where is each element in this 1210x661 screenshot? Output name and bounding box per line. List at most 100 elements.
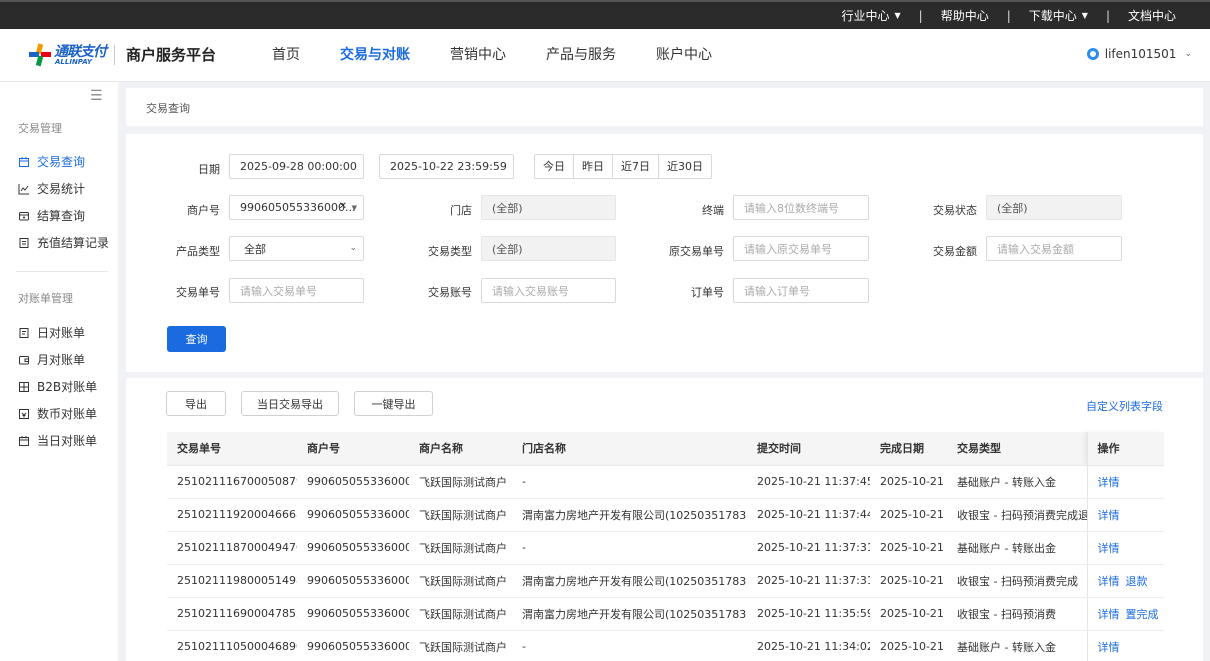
sidebar-section-statements: 对账单管理 — [18, 292, 73, 305]
main-nav: 首页 交易与对账 营销中心 产品与服务 账户中心 — [252, 29, 732, 82]
date-end-input[interactable]: 2025-10-22 23:59:59 — [379, 154, 514, 179]
filter-panel: 日期 2025-09-28 00:00:00 - 2025-10-22 23:5… — [126, 134, 1203, 372]
transaction-type-select[interactable]: (全部) — [481, 236, 616, 261]
date-quick-button[interactable]: 近7日 — [612, 155, 658, 178]
row-action-link[interactable]: 退款 — [1126, 575, 1148, 588]
calendar-icon — [18, 435, 30, 447]
cell-name: 飞跃国际测试商户 — [409, 597, 512, 631]
clear-icon[interactable]: ✕ — [339, 201, 347, 212]
nav-item[interactable]: 首页 — [252, 29, 320, 82]
sidebar-item[interactable]: 结算查询 — [18, 207, 85, 224]
nav-item[interactable]: 交易与对账 — [320, 29, 430, 82]
export-today-button[interactable]: 当日交易导出 — [241, 391, 339, 416]
row-action-link[interactable]: 详情 — [1098, 509, 1120, 522]
row-action-link[interactable]: 详情 — [1098, 476, 1120, 489]
cell-actions: 详情 — [1086, 498, 1164, 532]
sidebar-item-label: 结算查询 — [37, 209, 86, 223]
utility-link[interactable]: 帮助中心 — [941, 7, 989, 24]
coin-icon — [18, 408, 30, 420]
row-action-link[interactable]: 详情 — [1098, 641, 1120, 654]
sidebar-item-label: 当日对账单 — [37, 434, 98, 448]
original-tx-input[interactable]: 请输入原交易单号 — [733, 236, 869, 261]
utility-separator: | — [1105, 8, 1110, 23]
column-header: 提交时间 — [747, 432, 870, 466]
user-menu[interactable]: lifen101501 ⌄ — [1086, 47, 1192, 61]
sidebar-item[interactable]: 日对账单 — [18, 324, 85, 341]
cell-name: 飞跃国际测试商户 — [409, 630, 512, 661]
status-label: 交易状态 — [933, 204, 977, 217]
product-type-select[interactable]: 全部 ⌄ — [229, 236, 364, 261]
status-select[interactable]: (全部) — [986, 195, 1122, 220]
table-row: 251021119200046668 990605055336000 飞跃国际测试商… — [167, 498, 1164, 532]
column-header: 商户名称 — [409, 432, 512, 466]
sidebar-item[interactable]: 交易统计 — [18, 180, 85, 197]
cell-submit: 2025-10-21 11:37:31 — [747, 531, 870, 565]
product-type-label: 产品类型 — [176, 245, 220, 258]
menu-collapse-icon[interactable]: ☰ — [90, 88, 103, 104]
table-row: 251021116700050879 990605055336000 飞跃国际测试商… — [167, 465, 1164, 499]
row-action-link[interactable]: 详情 — [1098, 575, 1120, 588]
sidebar: ☰ 交易管理 交易查询 交易统计 结算查询 充值结算记录 对账单管理 日对账单 月对账单… — [0, 82, 118, 661]
settlement-icon — [18, 210, 30, 222]
sidebar-item[interactable]: 充值结算记录 — [18, 234, 109, 251]
tx-no-label: 交易单号 — [176, 286, 220, 299]
nav-item[interactable]: 产品与服务 — [526, 29, 636, 82]
row-action-link[interactable]: 详情 — [1098, 542, 1120, 555]
utility-link[interactable]: 行业中心 ▼ — [841, 7, 900, 24]
tx-account-input[interactable]: 请输入交易账号 — [481, 278, 616, 303]
amount-label: 交易金额 — [933, 245, 977, 258]
sidebar-item[interactable]: 数币对账单 — [18, 405, 97, 422]
merchant-select[interactable]: 990605055336000... ✕ ▼ — [229, 195, 364, 220]
export-button[interactable]: 导出 — [166, 391, 226, 416]
caret-down-icon: ▼ — [351, 204, 357, 212]
cell-submit: 2025-10-21 11:34:02 — [747, 630, 870, 661]
tx-no-input[interactable]: 请输入交易单号 — [229, 278, 364, 303]
store-select[interactable]: (全部) — [481, 195, 616, 220]
amount-input[interactable]: 请输入交易金额 — [986, 236, 1122, 261]
sidebar-divider — [16, 271, 108, 272]
cell-actions: 详情 — [1086, 630, 1164, 661]
utility-link-label: 文档中心 — [1127, 9, 1176, 23]
breadcrumb: 交易查询 — [126, 88, 1203, 126]
breadcrumb-current: 交易查询 — [146, 102, 190, 115]
top-utility-bar: 行业中心 ▼ | 帮助中心 | 下载中心 ▼ | 文档中心 — [0, 0, 1210, 29]
b2b-icon — [18, 381, 30, 393]
table-row: 251021110500046890 990605055336000 飞跃国际测试商… — [167, 630, 1164, 661]
date-quick-button[interactable]: 今日 — [535, 155, 573, 178]
sidebar-item[interactable]: 当日对账单 — [18, 432, 97, 449]
terminal-input[interactable]: 请输入8位数终端号 — [733, 195, 869, 220]
order-no-input[interactable]: 请输入订单号 — [733, 278, 869, 303]
date-quick-button[interactable]: 昨日 — [573, 155, 612, 178]
cell-name: 飞跃国际测试商户 — [409, 564, 512, 598]
sidebar-item[interactable]: 月对账单 — [18, 351, 85, 368]
export-all-button[interactable]: 一键导出 — [354, 391, 433, 416]
date-quick-button[interactable]: 近30日 — [658, 155, 711, 178]
row-action-link[interactable]: 详情 — [1098, 608, 1120, 621]
sidebar-item[interactable]: 交易查询 — [18, 153, 85, 170]
sidebar-item[interactable]: B2B对账单 — [18, 378, 97, 395]
cell-submit: 2025-10-21 11:37:45 — [747, 465, 870, 499]
cell-store: 渭南富力房地产开发有限公司(102503517832) — [512, 498, 747, 532]
sidebar-item-label: 日对账单 — [37, 326, 86, 340]
cell-actions: 详情 — [1086, 465, 1164, 499]
allinpay-logo[interactable]: 通联支付 ALLINPAY — [28, 41, 107, 69]
utility-link[interactable]: 文档中心 — [1128, 7, 1176, 24]
nav-item[interactable]: 营销中心 — [430, 29, 526, 82]
cell-store: 渭南富力房地产开发有限公司(102503517832) — [512, 597, 747, 631]
nav-item[interactable]: 账户中心 — [636, 29, 732, 82]
table-row: 251021116900047855 990605055336000 飞跃国际测试商… — [167, 597, 1164, 631]
merchant-label: 商户号 — [187, 204, 220, 217]
cell-merchant: 990605055336000 — [297, 564, 409, 598]
row-action-link[interactable]: 置完成 — [1126, 608, 1159, 621]
query-button[interactable]: 查询 — [167, 326, 226, 352]
chart-icon — [18, 183, 30, 195]
utility-link[interactable]: 下载中心 ▼ — [1029, 7, 1088, 24]
date-start-input[interactable]: 2025-09-28 00:00:00 — [229, 154, 364, 179]
cell-actions: 详情 退款 — [1086, 564, 1164, 598]
tx-account-label: 交易账号 — [428, 286, 472, 299]
table-row: 251021119800051498 990605055336000 飞跃国际测试商… — [167, 564, 1164, 598]
cell-done: 2025-10-21 — [870, 597, 947, 631]
caret-down-icon: ▼ — [894, 11, 901, 20]
wallet-icon — [18, 354, 30, 366]
customize-columns-link[interactable]: 自定义列表字段 — [1086, 398, 1163, 414]
